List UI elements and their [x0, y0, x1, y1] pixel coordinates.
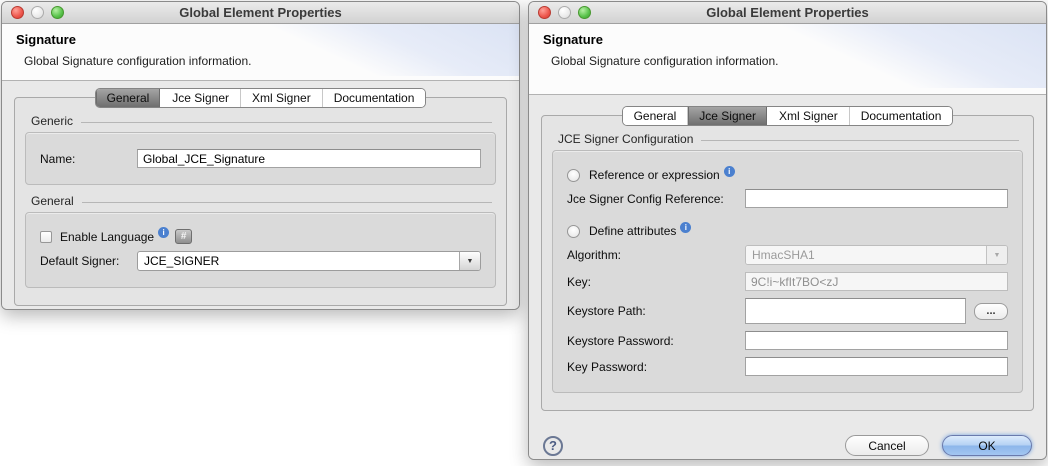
algorithm-row: Algorithm: HmacSHA1 ▼	[567, 245, 1008, 265]
dialog-header: Signature Global Signature configuration…	[2, 24, 519, 80]
window-controls	[11, 6, 64, 19]
default-signer-value: JCE_SIGNER	[138, 252, 459, 270]
page-title: Signature	[16, 32, 505, 47]
name-label: Name:	[40, 152, 137, 166]
reference-radio-label: Reference or expression	[589, 168, 720, 182]
group-divider	[82, 202, 492, 203]
chevron-down-icon[interactable]: ▼	[986, 246, 1007, 264]
enable-language-row: Enable Language i #	[40, 229, 481, 244]
key-password-row: Key Password:	[567, 357, 1008, 376]
group-generic: Name: Global_JCE_Signature	[25, 132, 496, 185]
keystore-password-label: Keystore Password:	[567, 334, 745, 348]
window-title: Global Element Properties	[706, 5, 869, 20]
desktop: Global Element Properties Signature Glob…	[0, 0, 1048, 466]
key-password-label: Key Password:	[567, 360, 745, 374]
group-jce-header: JCE Signer Configuration	[552, 132, 1023, 150]
config-reference-label: Jce Signer Config Reference:	[567, 192, 745, 206]
keystore-path-label: Keystore Path:	[567, 304, 745, 318]
tab-jce-signer[interactable]: Jce Signer	[160, 89, 240, 107]
reference-or-expression-radio[interactable]	[567, 169, 580, 182]
define-attributes-label: Define attributes	[589, 224, 676, 238]
chevron-down-icon[interactable]: ▼	[459, 252, 480, 270]
name-input[interactable]: Global_JCE_Signature	[137, 149, 481, 168]
define-attributes-radio-row: Define attributes i	[567, 224, 1008, 238]
group-jce-signer-configuration: Reference or expression i Jce Signer Con…	[552, 150, 1023, 393]
dialog-body: General Jce Signer Xml Signer Documentat…	[529, 94, 1046, 460]
dialog-global-element-properties-jce-signer: Global Element Properties Signature Glob…	[528, 1, 1047, 460]
minimize-button[interactable]	[31, 6, 44, 19]
dialog-footer: ? Cancel OK	[14, 306, 507, 310]
info-icon[interactable]: i	[158, 227, 169, 238]
group-divider	[81, 122, 492, 123]
algorithm-dropdown[interactable]: HmacSHA1 ▼	[745, 245, 1008, 265]
define-attributes-radio[interactable]	[567, 225, 580, 238]
tab-bar: General Jce Signer Xml Signer Documentat…	[622, 106, 954, 126]
zoom-button[interactable]	[51, 6, 64, 19]
titlebar[interactable]: Global Element Properties	[529, 2, 1046, 24]
close-button[interactable]	[11, 6, 24, 19]
dialog-footer: ? Cancel OK	[541, 411, 1034, 460]
dialog-body: General Jce Signer Xml Signer Documentat…	[2, 80, 519, 310]
ok-button[interactable]: OK	[942, 435, 1032, 456]
info-icon[interactable]: i	[680, 222, 691, 233]
browse-button[interactable]: ...	[974, 303, 1008, 320]
config-reference-input[interactable]	[745, 189, 1008, 208]
window-controls	[538, 6, 591, 19]
algorithm-value: HmacSHA1	[746, 246, 986, 264]
default-signer-row: Default Signer: JCE_SIGNER ▼	[40, 251, 481, 271]
group-label: Generic	[31, 114, 73, 128]
window-title: Global Element Properties	[179, 5, 342, 20]
tab-panel-jce-signer: JCE Signer Configuration Reference or ex…	[541, 115, 1034, 411]
keystore-password-input[interactable]	[745, 331, 1008, 350]
default-signer-dropdown[interactable]: JCE_SIGNER ▼	[137, 251, 481, 271]
help-icon[interactable]: ?	[543, 436, 563, 456]
key-label: Key:	[567, 275, 745, 289]
group-generic-header: Generic	[25, 114, 496, 132]
titlebar[interactable]: Global Element Properties	[2, 2, 519, 24]
keystore-path-input[interactable]	[745, 298, 966, 324]
reference-radio-row: Reference or expression i	[567, 168, 1008, 182]
group-general: Enable Language i # Default Signer: JCE_…	[25, 212, 496, 288]
enable-language-label: Enable Language	[60, 230, 154, 244]
tab-jce-signer[interactable]: Jce Signer	[687, 107, 767, 125]
tab-documentation[interactable]: Documentation	[322, 89, 426, 107]
keystore-password-row: Keystore Password:	[567, 331, 1008, 350]
group-label: General	[31, 194, 74, 208]
dialog-header: Signature Global Signature configuration…	[529, 24, 1046, 94]
name-row: Name: Global_JCE_Signature	[40, 149, 481, 168]
zoom-button[interactable]	[578, 6, 591, 19]
key-password-input[interactable]	[745, 357, 1008, 376]
group-label: JCE Signer Configuration	[558, 132, 693, 146]
cancel-button[interactable]: Cancel	[845, 435, 929, 456]
dialog-global-element-properties-general: Global Element Properties Signature Glob…	[1, 1, 520, 310]
tab-general[interactable]: General	[96, 89, 161, 107]
config-reference-row: Jce Signer Config Reference:	[567, 189, 1008, 208]
key-input[interactable]: 9C!i~kfIt7BO<zJ	[745, 272, 1008, 291]
tab-bar: General Jce Signer Xml Signer Documentat…	[95, 88, 427, 108]
default-signer-label: Default Signer:	[40, 254, 137, 268]
page-title: Signature	[543, 32, 1032, 47]
expression-icon[interactable]: #	[175, 229, 192, 244]
page-subtitle: Global Signature configuration informati…	[543, 54, 1032, 68]
page-subtitle: Global Signature configuration informati…	[16, 54, 505, 68]
tab-panel-general: Generic Name: Global_JCE_Signature Gener…	[14, 97, 507, 306]
tab-xml-signer[interactable]: Xml Signer	[767, 107, 849, 125]
minimize-button[interactable]	[558, 6, 571, 19]
tab-xml-signer[interactable]: Xml Signer	[240, 89, 322, 107]
info-icon[interactable]: i	[724, 166, 735, 177]
key-row: Key: 9C!i~kfIt7BO<zJ	[567, 272, 1008, 291]
group-general-header: General	[25, 194, 496, 212]
group-divider	[701, 140, 1019, 141]
keystore-path-row: Keystore Path: ...	[567, 298, 1008, 324]
algorithm-label: Algorithm:	[567, 248, 745, 262]
close-button[interactable]	[538, 6, 551, 19]
tab-general[interactable]: General	[623, 107, 688, 125]
tab-documentation[interactable]: Documentation	[849, 107, 953, 125]
enable-language-checkbox[interactable]	[40, 231, 52, 243]
